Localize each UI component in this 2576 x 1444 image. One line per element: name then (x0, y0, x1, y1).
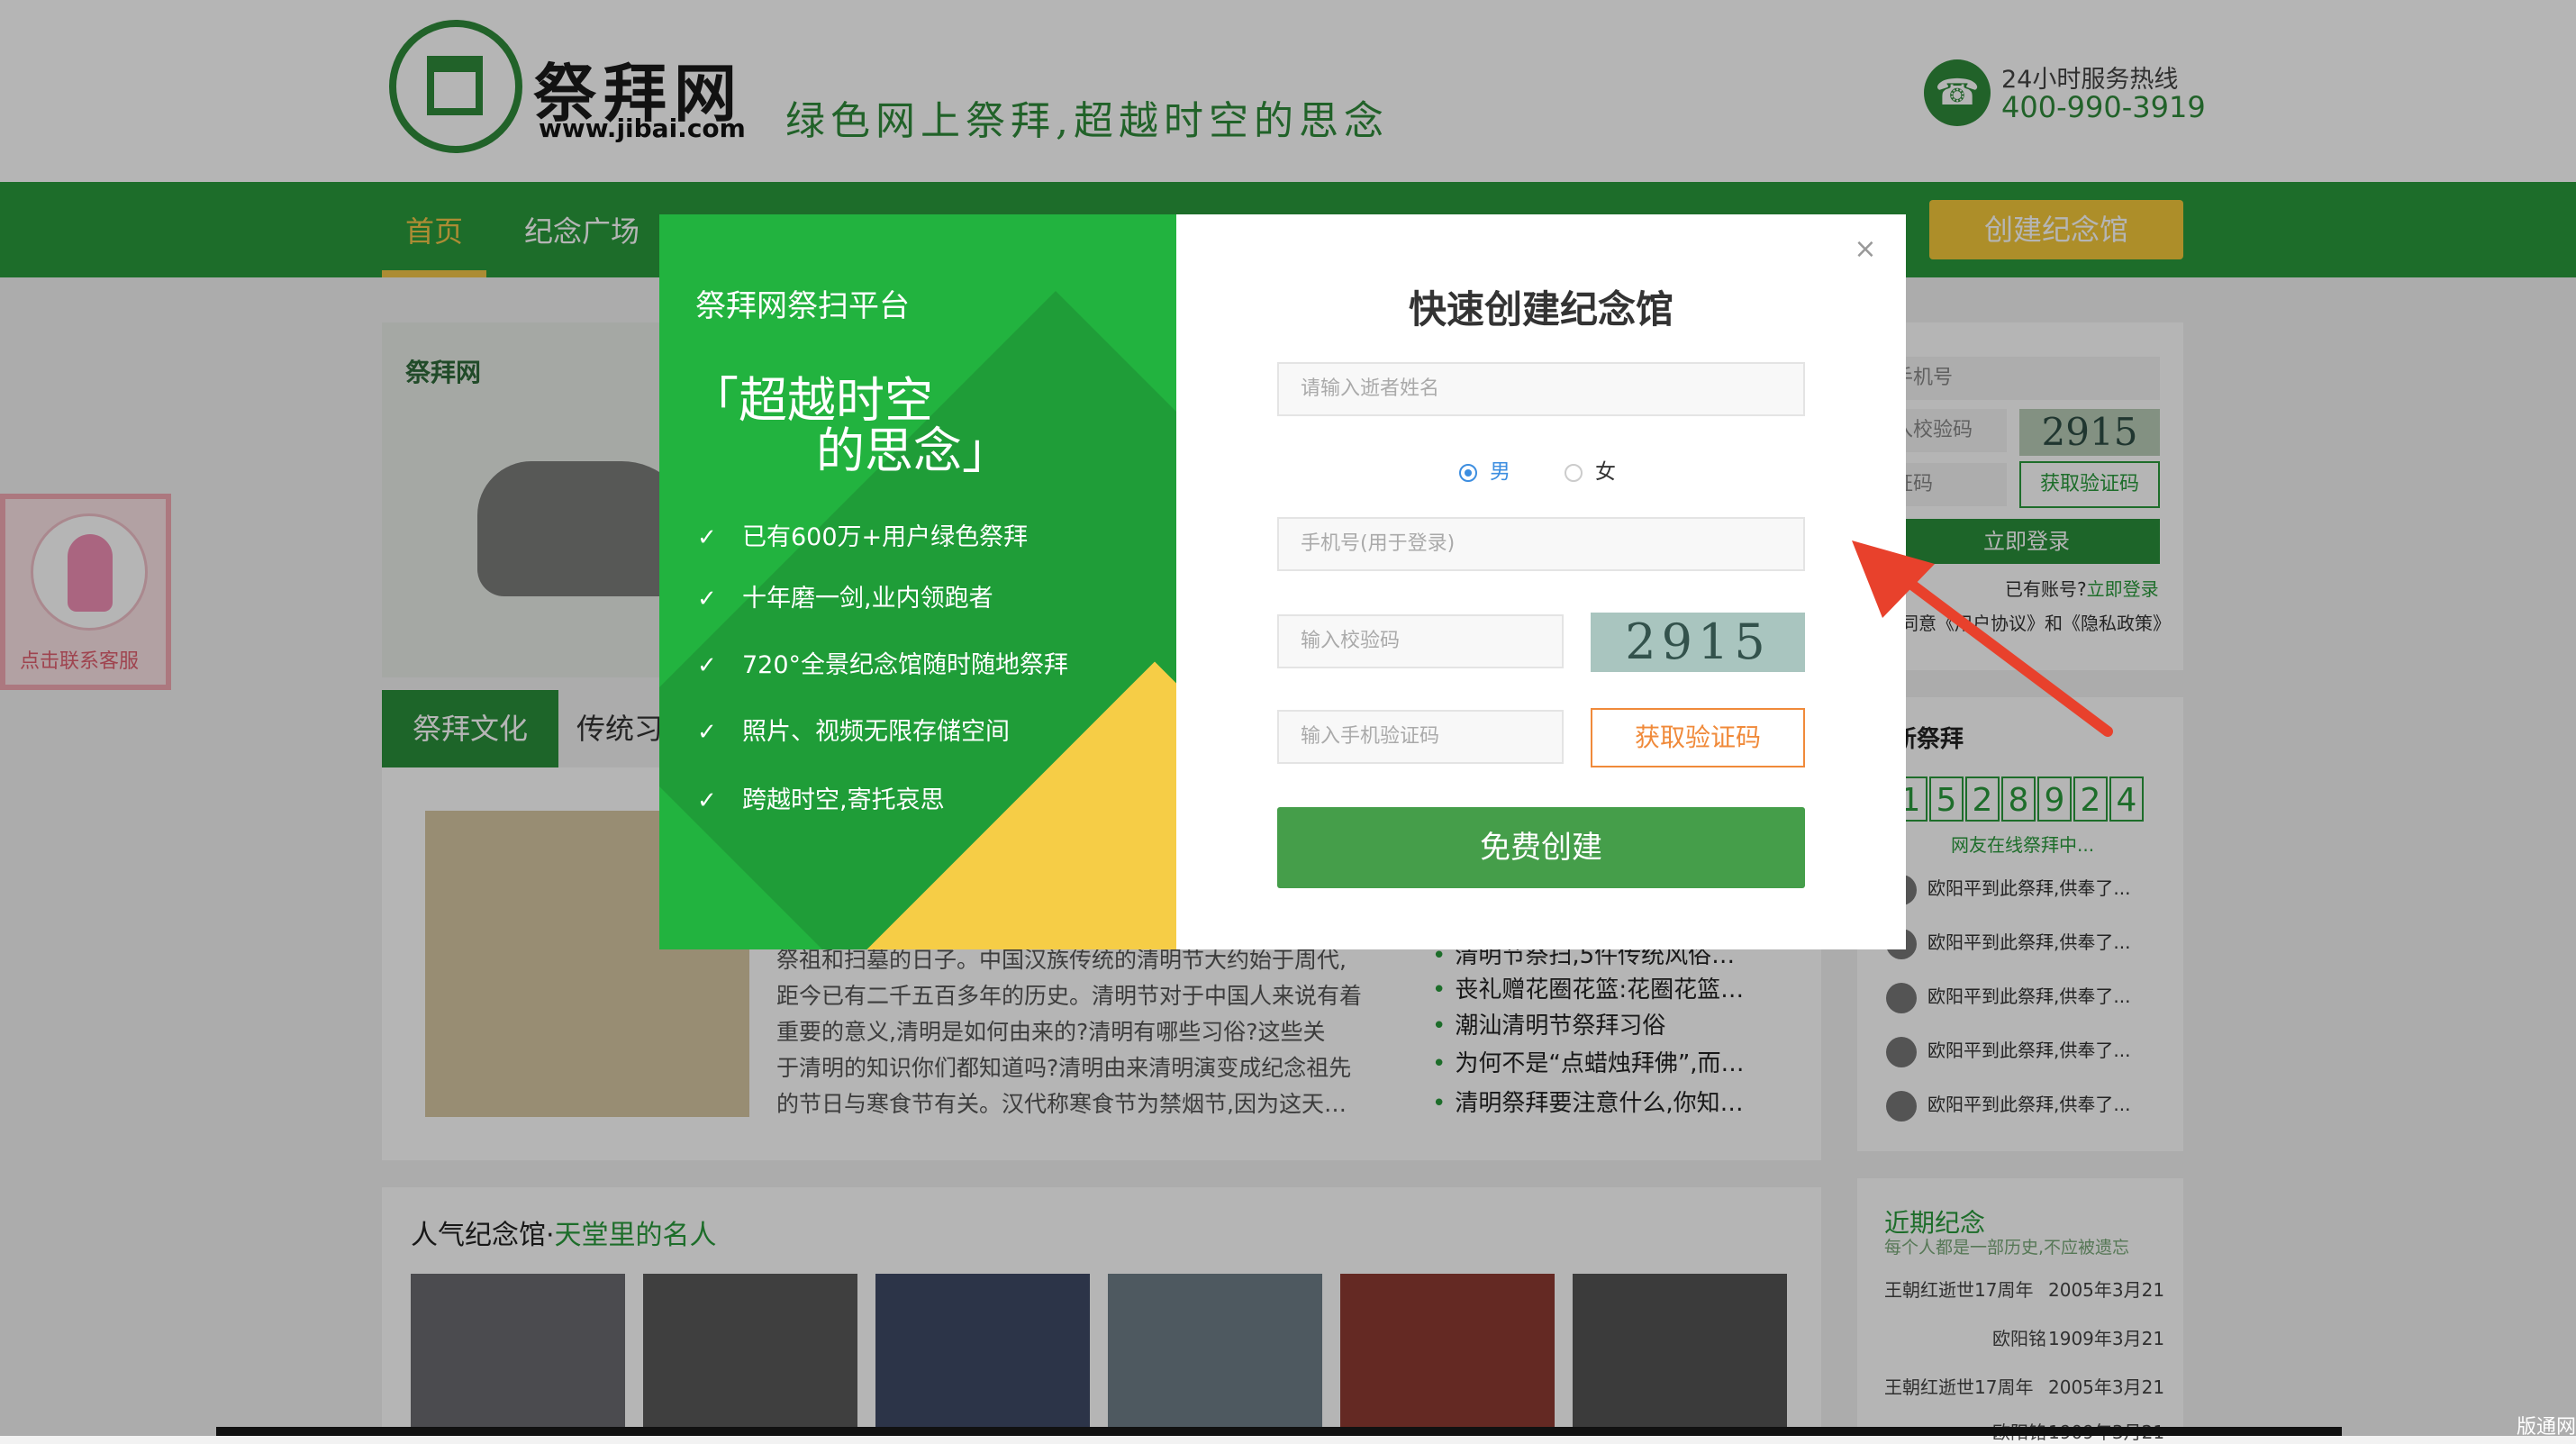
modal-feature-item: ✓ 跨越时空,寄托哀思 (697, 780, 945, 815)
modal-feature-item: ✓ 720°全景纪念馆随时随地祭拜 (697, 645, 1068, 680)
red-arrow-annotation (1852, 540, 2113, 737)
deceased-name-input[interactable]: 请输入逝者姓名 (1277, 362, 1805, 416)
check-icon: ✓ (697, 524, 717, 551)
get-sms-code-button[interactable]: 获取验证码 (1591, 708, 1805, 767)
modal-feature-item: ✓ 照片、视频无限存储空间 (697, 712, 1010, 747)
gender-radio-group: 男女 (1459, 454, 1616, 485)
gender-female-radio[interactable] (1565, 463, 1583, 482)
modal-feature-text: 已有600万+用户绿色祭拜 (742, 523, 1029, 551)
modal-feature-item: ✓ 十年磨一剑,业内领跑者 (697, 578, 993, 613)
modal-feature-item: ✓ 已有600万+用户绿色祭拜 (697, 517, 1028, 552)
gender-female-label[interactable]: 女 (1595, 460, 1616, 484)
check-icon: ✓ (697, 652, 717, 679)
modal-feature-text: 照片、视频无限存储空间 (742, 718, 1010, 746)
gender-male-radio[interactable] (1459, 463, 1477, 482)
watermark-text: 版通网 (2517, 1416, 2576, 1439)
free-create-button[interactable]: 免费创建 (1277, 807, 1805, 888)
gender-male-label[interactable]: 男 (1490, 460, 1510, 484)
modal-feature-text: 十年磨一剑,业内领跑者 (742, 585, 993, 613)
check-icon: ✓ (697, 586, 717, 613)
modal-platform-name: 祭拜网祭扫平台 (695, 288, 910, 324)
modal-feature-text: 720°全景纪念馆随时随地祭拜 (742, 651, 1069, 679)
modal-quote-line2: 的思念」 (816, 422, 1011, 479)
captcha-image[interactable]: 2915 (1591, 613, 1805, 672)
modal-feature-text: 跨越时空,寄托哀思 (742, 786, 945, 814)
modal-close-icon[interactable]: × (1852, 236, 1879, 263)
captcha-input[interactable]: 输入校验码 (1277, 614, 1564, 668)
check-icon: ✓ (697, 719, 717, 746)
check-icon: ✓ (697, 787, 717, 814)
sms-code-input[interactable]: 输入手机验证码 (1277, 710, 1564, 764)
phone-input[interactable]: 手机号(用于登录) (1277, 517, 1805, 571)
modal-title: 快速创建纪念馆 (1408, 287, 1673, 331)
bottom-bar (216, 1427, 2342, 1436)
